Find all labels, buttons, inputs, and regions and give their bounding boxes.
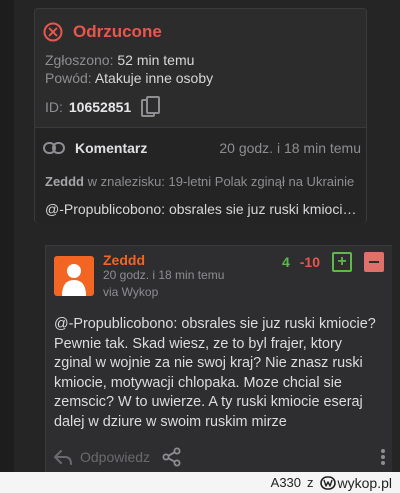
id-label: ID: [45, 99, 63, 115]
context-text: w znalezisku: 19-letni Polak zginął na U… [84, 174, 355, 189]
post-body-line: zginal w wojnie za nie swoj kraj? Nie zn… [54, 355, 363, 372]
reported-label: Zgłoszono: [45, 52, 114, 68]
vote-controls: 4 -10 + [282, 252, 384, 272]
x-circle-icon [43, 22, 63, 42]
downvote-button[interactable] [364, 252, 384, 272]
share-icon[interactable] [162, 447, 182, 467]
reply-icon[interactable] [54, 449, 72, 465]
post-body: @-Propublicobono: obsrales sie juz ruski… [54, 315, 386, 433]
footer-brand-text: wykop.pl [337, 474, 392, 491]
post-body-line: zemscic? W to uwierze. A ty ruski kmioci… [54, 394, 363, 411]
link-icon [43, 142, 65, 154]
source-footer: A330 z wykop.pl [0, 472, 400, 493]
status-label: Odrzucone [73, 22, 162, 41]
reason-value: Atakuje inne osoby [94, 70, 214, 86]
comment-time: 20 godz. i 18 min temu [219, 140, 361, 156]
left-rail [0, 0, 14, 472]
reported-value: 52 min temu [117, 52, 195, 68]
more-vertical-icon[interactable] [380, 448, 386, 466]
votes-minus-count: -10 [299, 254, 320, 270]
post-body-line: Pewnie tak. Skad wiesz, ze to byl frajer… [54, 335, 342, 352]
post-body-line: kmiocie, motywacji chlopaka. Moze chcial… [54, 374, 342, 391]
post-author[interactable]: Zeddd [103, 252, 145, 268]
id-value: 10652851 [68, 99, 132, 115]
copy-icon[interactable] [141, 96, 161, 118]
reply-button[interactable]: Odpowiedz [80, 449, 150, 465]
report-id: ID: 10652851 [45, 94, 161, 120]
footer-brand: wykop.pl [319, 474, 392, 491]
votes-plus-count: 4 [281, 254, 290, 270]
comment-context: Zeddd w znalezisku: 19-letni Polak zginą… [45, 174, 363, 189]
post-body-line: @-Propublicobono: obsrales sie juz ruski… [54, 316, 376, 332]
report-card: Odrzucone Zgłoszono: 52 min temu Powód: … [34, 8, 367, 223]
minus-icon [369, 261, 379, 263]
context-user[interactable]: Zeddd [45, 174, 84, 189]
reason-label: Powód: [45, 70, 92, 86]
comment-header: Komentarz 20 godz. i 18 min temu [43, 138, 361, 158]
post-body-line: dalej w dziure w swoim ruskim mirze [54, 413, 287, 430]
reported-time: Zgłoszono: 52 min temu [45, 52, 194, 68]
app-window: Odrzucone Zgłoszono: 52 min temu Powód: … [0, 0, 400, 472]
plus-icon: + [337, 253, 347, 270]
post-via: via Wykop [103, 285, 159, 299]
upvote-button[interactable]: + [332, 252, 352, 272]
post-time: 20 godz. i 18 min temu [103, 268, 225, 282]
reported-comment[interactable]: Komentarz 20 godz. i 18 min temu Zeddd w… [35, 127, 366, 223]
user-avatar-icon [62, 264, 86, 296]
footer-z: z [307, 475, 314, 490]
comment-title: Komentarz [75, 140, 148, 156]
wykop-logo-icon [319, 475, 336, 490]
footer-user: A330 [270, 475, 302, 490]
comment-quote: @-Propublicobono: obsrales sie juz ruski… [45, 201, 363, 217]
post-actions: Odpowiedz [54, 445, 386, 469]
comment-post: Zeddd 20 godz. i 18 min temu via Wykop 4… [45, 245, 392, 472]
avatar[interactable] [54, 256, 94, 296]
report-status: Odrzucone [43, 21, 162, 43]
report-reason: Powód: Atakuje inne osoby [45, 70, 213, 86]
